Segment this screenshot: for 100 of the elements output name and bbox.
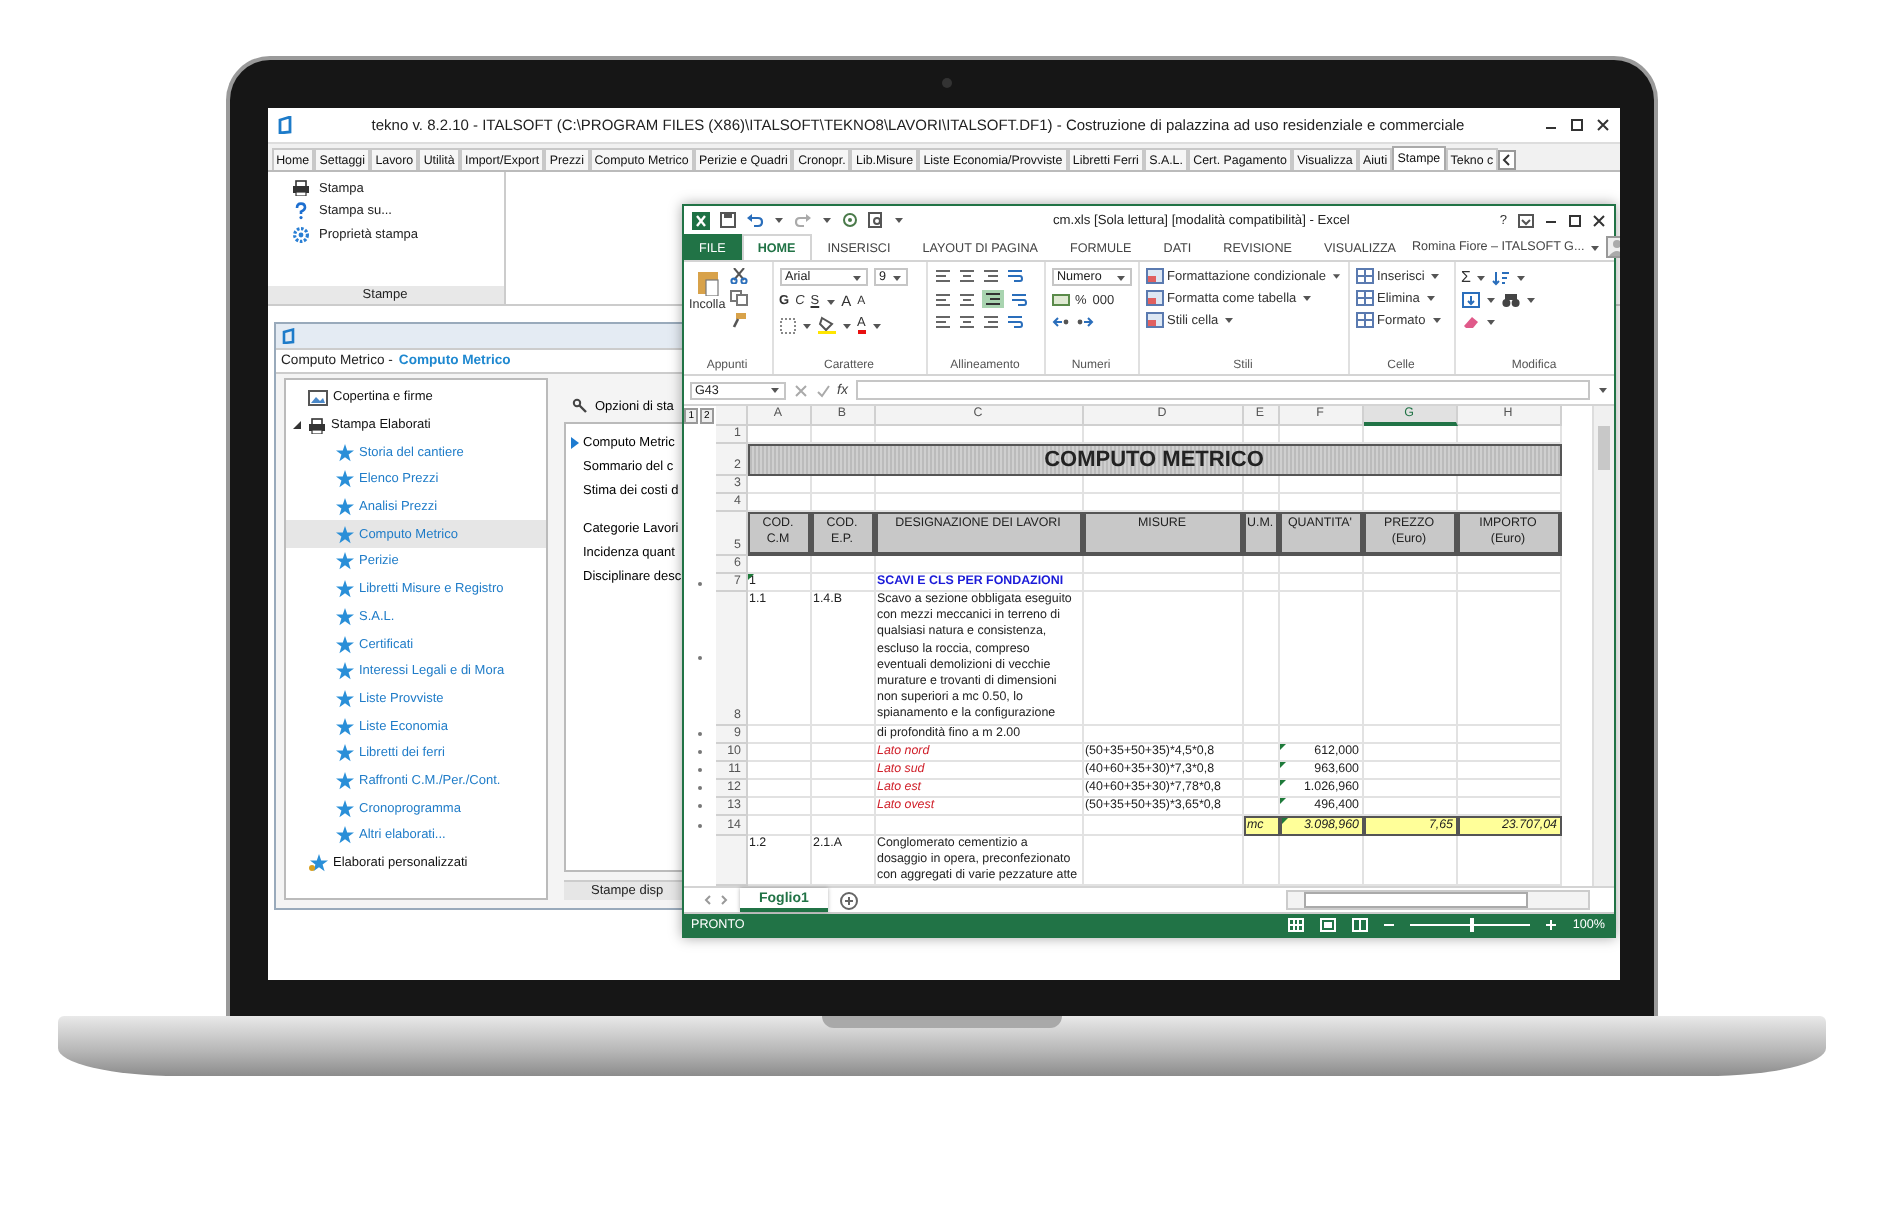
borders-icon[interactable] (779, 317, 795, 333)
table-cell (1363, 476, 1457, 494)
table-cell (1363, 761, 1457, 780)
cells-icon (1355, 268, 1373, 284)
cells-icon (1355, 290, 1373, 306)
copy-icon[interactable] (729, 290, 748, 306)
star-icon (335, 635, 353, 654)
star-icon (335, 662, 353, 681)
caret-icon[interactable] (1525, 296, 1535, 304)
close-icon[interactable] (1595, 118, 1609, 132)
caret-icon[interactable] (1302, 294, 1313, 302)
caret-icon[interactable] (1485, 318, 1495, 326)
maximize-icon[interactable] (1569, 118, 1583, 132)
star-icon (335, 580, 353, 599)
caret-icon[interactable] (1476, 273, 1487, 281)
table-cell (747, 779, 811, 798)
wrap-icon[interactable] (1005, 268, 1023, 284)
table-cell (1457, 779, 1561, 798)
align-icon[interactable] (957, 268, 975, 284)
page-break-icon[interactable] (1352, 918, 1369, 933)
print-preview-icon[interactable] (867, 212, 883, 228)
save-icon[interactable] (719, 212, 735, 228)
table-style-icon (1145, 290, 1163, 306)
table-cell (747, 476, 811, 494)
align-icon[interactable] (933, 291, 951, 307)
zoom-slider-thumb[interactable] (1470, 918, 1475, 933)
normal-view-icon[interactable] (1288, 918, 1305, 933)
table-cell (1279, 592, 1363, 726)
caret-icon[interactable] (1332, 272, 1341, 280)
caret-icon[interactable] (821, 216, 831, 224)
table-cell (1243, 761, 1279, 780)
table-cell (1243, 556, 1279, 574)
fill-color-icon[interactable] (817, 316, 835, 334)
formula-input[interactable] (855, 380, 1589, 400)
sort-icon[interactable] (1492, 269, 1511, 285)
star-icon (335, 470, 353, 489)
align-icon[interactable] (957, 291, 975, 307)
caret-icon[interactable] (801, 321, 811, 329)
decrease-decimal-icon[interactable] (1075, 314, 1093, 330)
increase-decimal-icon[interactable] (1051, 314, 1069, 330)
align-icon[interactable] (933, 314, 951, 330)
table-cell (1363, 592, 1457, 726)
sheet-nav-icon[interactable] (703, 894, 727, 907)
table-cell (747, 815, 811, 836)
caret-icon[interactable] (1430, 272, 1441, 280)
table-cell (811, 556, 875, 574)
app-logo-icon (281, 328, 295, 344)
sum-button[interactable]: Σ (1461, 268, 1471, 286)
table-cell (1363, 743, 1457, 762)
star-icon (335, 717, 353, 736)
caret-icon[interactable] (1516, 273, 1527, 281)
caret-icon[interactable] (1590, 243, 1601, 251)
caret-icon[interactable] (825, 297, 836, 305)
horizontal-scrollbar[interactable] (1285, 890, 1589, 911)
align-icon[interactable] (981, 314, 999, 330)
caret-icon[interactable] (773, 216, 783, 224)
eraser-icon[interactable] (1461, 314, 1479, 330)
align-icon[interactable] (933, 268, 951, 284)
zoom-out-icon[interactable] (1384, 920, 1395, 931)
undo-icon[interactable] (745, 212, 763, 228)
caret-icon[interactable] (769, 386, 779, 394)
close-icon[interactable] (1591, 213, 1605, 227)
caret-icon[interactable] (1431, 316, 1442, 324)
expand-arrow-icon[interactable] (291, 420, 301, 431)
caret-icon[interactable] (1485, 296, 1495, 304)
add-sheet-icon[interactable] (840, 891, 859, 910)
caret-icon[interactable] (1597, 386, 1607, 394)
caret-icon[interactable] (851, 273, 861, 281)
wrap-icon[interactable] (1009, 291, 1027, 307)
cells-icon (1355, 312, 1373, 328)
table-cell (747, 797, 811, 816)
ribbon-display-icon[interactable] (1517, 213, 1533, 227)
fill-down-icon[interactable] (1461, 292, 1479, 308)
caret-icon[interactable] (891, 273, 901, 281)
table-cell (811, 761, 875, 780)
table-cell (1279, 574, 1363, 592)
binoculars-icon[interactable] (1501, 292, 1519, 308)
scroll-left-icon[interactable] (1498, 150, 1517, 170)
star-icon (335, 826, 353, 845)
table-cell (1457, 725, 1561, 744)
caret-icon[interactable] (1425, 294, 1436, 302)
maximize-icon[interactable] (1567, 213, 1581, 227)
caret-icon[interactable] (871, 321, 882, 329)
caret-icon[interactable] (893, 216, 903, 224)
align-icon[interactable] (957, 314, 975, 330)
caret-icon[interactable] (841, 321, 851, 329)
page-layout-icon[interactable] (1320, 918, 1337, 933)
vertical-scrollbar[interactable] (1591, 406, 1613, 887)
zoom-in-icon[interactable] (1546, 920, 1557, 931)
caret-icon[interactable] (1224, 316, 1235, 324)
caret-icon[interactable] (1115, 273, 1125, 281)
wrap-icon[interactable] (1005, 314, 1023, 330)
excel-logo-icon (691, 211, 709, 229)
check-icon[interactable] (815, 383, 829, 397)
table-cell (1243, 835, 1279, 887)
table-cell (811, 797, 875, 816)
align-icon[interactable] (981, 268, 999, 284)
align-right-icon[interactable] (981, 290, 1003, 308)
cut-icon[interactable] (729, 268, 748, 284)
table-cell (1457, 743, 1561, 762)
